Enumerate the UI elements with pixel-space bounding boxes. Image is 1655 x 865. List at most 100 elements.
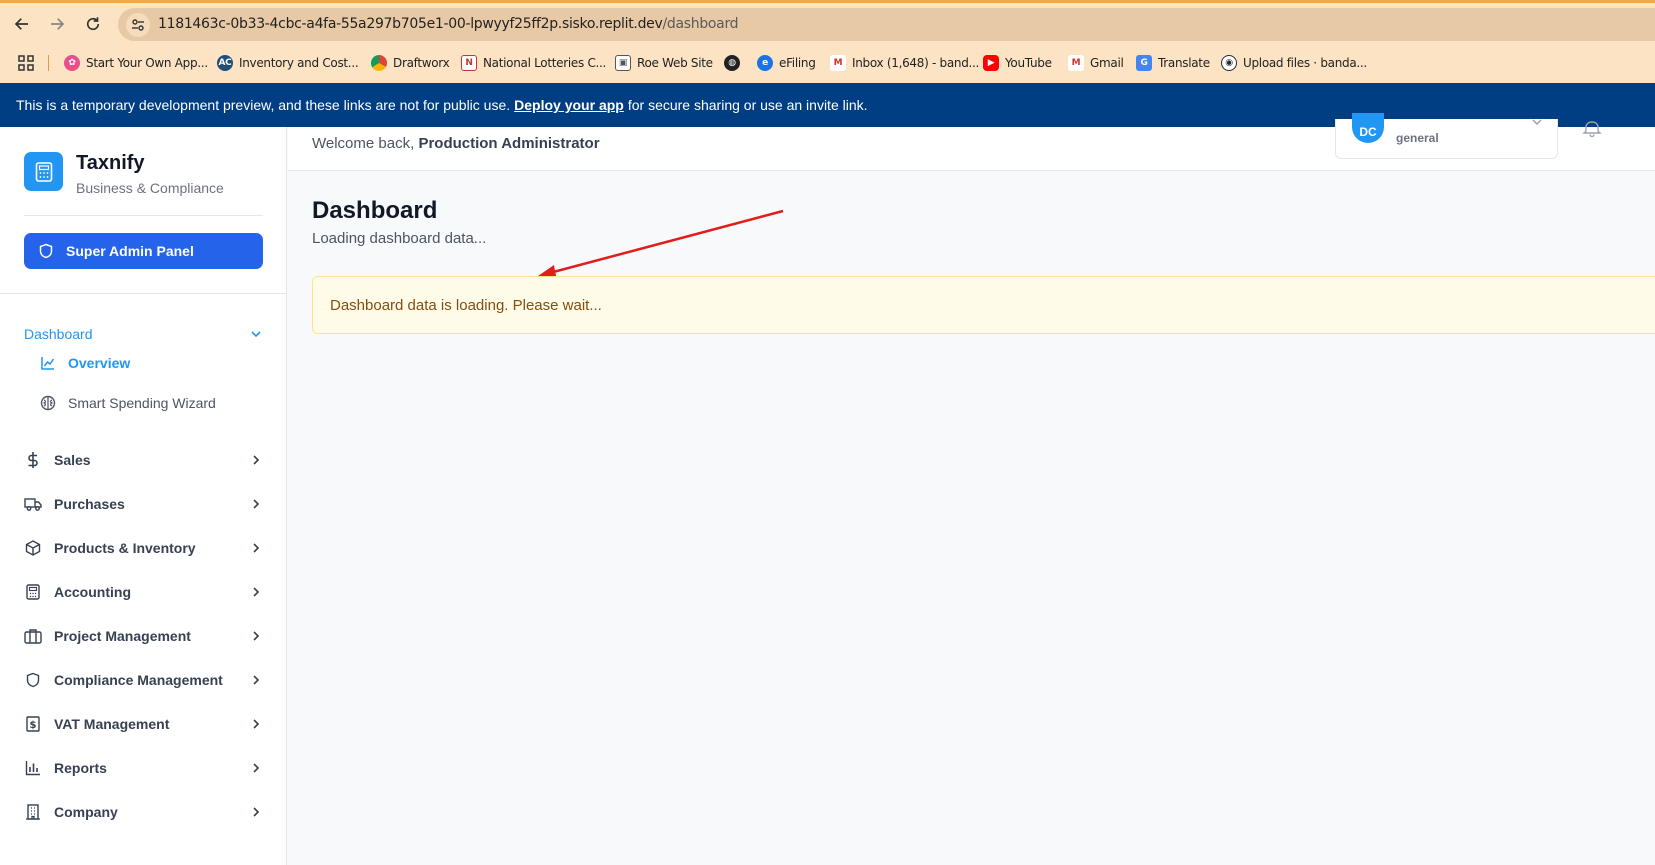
sidebar-item-label: Dashboard <box>24 326 93 342</box>
bookmark-label: eFiling <box>779 56 816 70</box>
youtube-icon: ▶ <box>983 55 999 71</box>
super-admin-label: Super Admin Panel <box>66 243 194 259</box>
sidebar-item-label: Sales <box>54 452 91 468</box>
main-header: Welcome back, Production Administrator D… <box>288 113 1655 171</box>
sidebar-item-accounting[interactable]: Accounting <box>24 577 263 607</box>
brand-subtitle: Business & Compliance <box>76 180 224 196</box>
url-path: /dashboard <box>662 16 739 32</box>
bookmark-item[interactable]: e eFiling <box>757 53 816 73</box>
bookmark-label: Gmail <box>1090 56 1124 70</box>
image-icon: ▣ <box>615 55 631 71</box>
sidebar-item-label: VAT Management <box>54 716 170 732</box>
bookmark-label: Start Your Own App... <box>86 56 208 70</box>
github-icon: ◉ <box>1221 55 1237 71</box>
chevron-right-icon <box>253 631 260 641</box>
sidebar-item-reports[interactable]: Reports <box>24 753 263 783</box>
truck-icon <box>24 495 42 513</box>
chevron-right-icon <box>253 455 260 465</box>
site-info-button[interactable] <box>126 13 150 37</box>
chart-line-icon <box>40 355 56 371</box>
chevron-right-icon <box>253 807 260 817</box>
bookmark-item[interactable]: ✿ Start Your Own App... <box>64 53 208 73</box>
chevron-right-icon <box>253 675 260 685</box>
address-bar[interactable]: 1181463c-0b33-4cbc-a4fa-55a297b705e1-00-… <box>118 8 1655 41</box>
sidebar-item-vat-management[interactable]: $ VAT Management <box>24 709 263 739</box>
receipt-icon: $ <box>24 715 42 733</box>
bookmark-item[interactable]: N National Lotteries C... <box>461 53 606 73</box>
bookmark-item[interactable]: ▶ YouTube <box>983 53 1052 73</box>
nlc-icon: N <box>461 55 477 71</box>
super-admin-panel-button[interactable]: Super Admin Panel <box>24 233 263 269</box>
reload-button[interactable] <box>79 10 107 38</box>
sidebar-item-label: Smart Spending Wizard <box>68 395 216 411</box>
chrome-icon <box>371 55 387 71</box>
chevron-right-icon <box>253 719 260 729</box>
package-icon <box>24 539 42 557</box>
back-button[interactable] <box>8 10 36 38</box>
sidebar-item-project-management[interactable]: Project Management <box>24 621 263 651</box>
bookmark-item[interactable]: Draftworx <box>371 53 450 73</box>
sidebar-item-label: Overview <box>68 355 131 371</box>
user-menu[interactable]: DC general <box>1335 113 1558 159</box>
bookmark-item[interactable]: M Gmail <box>1068 53 1124 73</box>
calculator-logo-icon <box>24 152 63 191</box>
bookmark-label: Inbox (1,648) - band... <box>852 56 980 70</box>
apps-button[interactable] <box>18 53 34 73</box>
shield-icon <box>39 243 53 259</box>
gmail-icon: M <box>830 55 846 71</box>
avatar: DC <box>1352 113 1384 143</box>
divider <box>0 293 287 294</box>
sidebar-item-products-inventory[interactable]: Products & Inventory <box>24 533 263 563</box>
briefcase-icon <box>24 627 42 645</box>
deploy-link[interactable]: Deploy your app <box>514 97 624 113</box>
sidebar-item-sales[interactable]: Sales <box>24 445 263 475</box>
divider <box>24 215 263 216</box>
bookmark-item[interactable]: ◍ <box>724 53 746 73</box>
url-text[interactable]: 1181463c-0b33-4cbc-a4fa-55a297b705e1-00-… <box>158 16 739 32</box>
bell-icon[interactable] <box>1582 121 1602 137</box>
arrow-right-icon <box>51 18 65 30</box>
url-host: 1181463c-0b33-4cbc-a4fa-55a297b705e1-00-… <box>158 16 663 32</box>
forward-button[interactable] <box>43 10 71 38</box>
user-role: general <box>1396 131 1439 145</box>
bookmark-label: YouTube <box>1005 56 1052 70</box>
ac-icon: AC <box>217 55 233 71</box>
bookmark-item[interactable]: ▣ Roe Web Site <box>615 53 713 73</box>
sidebar-item-label: Products & Inventory <box>54 540 196 556</box>
bookmark-item[interactable]: G Translate <box>1136 53 1210 73</box>
sidebar-item-dashboard[interactable]: Dashboard <box>24 319 263 349</box>
shield-icon <box>24 671 42 689</box>
browser-toolbar: 1181463c-0b33-4cbc-a4fa-55a297b705e1-00-… <box>0 4 1655 44</box>
banner-text-after: for secure sharing or use an invite link… <box>627 97 868 113</box>
bookmarks-bar: ✿ Start Your Own App... AC Inventory and C… <box>0 47 1655 79</box>
bookmark-item[interactable]: ◉ Upload files · banda... <box>1221 53 1367 73</box>
chevron-right-icon <box>253 543 260 553</box>
bookmark-item[interactable]: AC Inventory and Cost... <box>217 53 359 73</box>
bookmark-label: Roe Web Site <box>637 56 713 70</box>
sidebar-item-compliance-management[interactable]: Compliance Management <box>24 665 263 695</box>
sidebar-item-company[interactable]: Company <box>24 797 263 827</box>
sidebar-item-purchases[interactable]: Purchases <box>24 489 263 519</box>
annotation-arrow <box>538 209 784 277</box>
sidebar-item-label: Compliance Management <box>54 672 223 688</box>
globe-icon: ◍ <box>724 55 740 71</box>
app-icon: ✿ <box>64 55 80 71</box>
bookmark-label: Upload files · banda... <box>1243 56 1367 70</box>
sidebar-item-smart-spending-wizard[interactable]: Smart Spending Wizard <box>40 389 216 417</box>
calculator-icon <box>24 583 42 601</box>
bookmark-item[interactable]: M Inbox (1,648) - band... <box>830 53 979 73</box>
sidebar-item-label: Accounting <box>54 584 131 600</box>
brain-icon <box>40 395 56 411</box>
annotation-arrow-head <box>538 265 556 276</box>
building-icon <box>24 803 42 821</box>
browser-chrome: 1181463c-0b33-4cbc-a4fa-55a297b705e1-00-… <box>0 0 1655 127</box>
bar-chart-icon <box>24 759 42 777</box>
sidebar-item-label: Reports <box>54 760 107 776</box>
sidebar: Taxnify Business & Compliance Super Admi… <box>0 127 287 865</box>
sidebar-item-overview[interactable]: Overview <box>40 349 130 377</box>
page-title: Dashboard <box>312 197 438 224</box>
apps-grid-icon <box>18 55 34 71</box>
svg-text:$: $ <box>30 720 37 731</box>
chevron-right-icon <box>253 499 260 509</box>
reload-icon <box>86 17 100 31</box>
